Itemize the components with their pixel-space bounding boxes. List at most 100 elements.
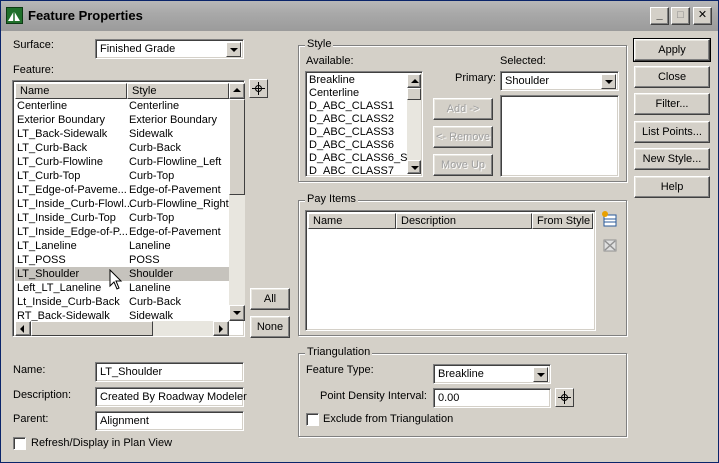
- scroll-up-button[interactable]: [229, 83, 245, 99]
- available-vscrollbar[interactable]: [407, 74, 421, 174]
- table-row[interactable]: LT_Inside_Curb-Top Curb-Top: [15, 211, 229, 225]
- density-value: 0.00: [438, 392, 460, 404]
- refresh-checkbox[interactable]: [13, 437, 26, 450]
- table-row[interactable]: LT_Laneline Laneline: [15, 239, 229, 253]
- minimize-button[interactable]: _: [650, 7, 669, 25]
- feature-style-cell: Curb-Back: [129, 142, 181, 154]
- feature-hscrollbar[interactable]: [15, 321, 229, 336]
- scroll-thumb[interactable]: [229, 99, 245, 195]
- list-item[interactable]: D_ABC_CLASS3: [309, 126, 394, 139]
- feature-style-cell: Centerline: [129, 100, 180, 112]
- name-field[interactable]: LT_Shoulder: [95, 362, 244, 382]
- chevron-down-icon[interactable]: [533, 367, 548, 382]
- feature-vscrollbar[interactable]: [229, 83, 245, 321]
- list-item[interactable]: D_ABC_CLASS6: [309, 139, 394, 152]
- density-pick-button[interactable]: [555, 388, 574, 407]
- feature-style-cell: Curb-Flowline_Left: [129, 156, 222, 168]
- scroll-left-button[interactable]: [15, 321, 31, 336]
- table-row[interactable]: Exterior Boundary Exterior Boundary: [15, 113, 229, 127]
- available-scroll-down[interactable]: [407, 160, 421, 174]
- table-row[interactable]: Centerline Centerline: [15, 99, 229, 113]
- remove-style-button[interactable]: <- Remove: [433, 126, 493, 148]
- list-item[interactable]: Breakline: [309, 74, 355, 87]
- maximize-button[interactable]: □: [671, 7, 690, 25]
- feature-type-combo[interactable]: Breakline: [433, 364, 551, 384]
- feature-col-name[interactable]: Name: [15, 83, 127, 99]
- description-label: Description:: [13, 389, 72, 401]
- feature-col-style[interactable]: Style: [127, 83, 229, 99]
- style-group-title: Style: [305, 38, 334, 50]
- table-row[interactable]: LT_Inside_Curb-Flowl... Curb-Flowline_Rig…: [15, 197, 229, 211]
- pay-col-name[interactable]: Name: [308, 213, 396, 229]
- add-pay-item-icon[interactable]: [601, 210, 619, 228]
- parent-field[interactable]: Alignment: [95, 411, 244, 431]
- refresh-label[interactable]: Refresh/Display in Plan View: [31, 437, 172, 449]
- delete-pay-item-icon[interactable]: [601, 236, 619, 254]
- exclude-label[interactable]: Exclude from Triangulation: [323, 413, 453, 425]
- primary-value: Shoulder: [505, 75, 550, 87]
- scroll-down-button[interactable]: [229, 305, 245, 321]
- close-button[interactable]: Close: [634, 66, 710, 88]
- table-row[interactable]: LT_Back-Sidewalk Sidewalk: [15, 127, 229, 141]
- feature-style-cell: Laneline: [129, 282, 171, 294]
- available-scroll-up[interactable]: [407, 74, 421, 88]
- name-value: LT_Shoulder: [100, 366, 163, 378]
- mouse-cursor-icon: [109, 268, 123, 291]
- table-row[interactable]: RT_Back-Sidewalk Sidewalk: [15, 309, 229, 321]
- table-row[interactable]: LT_Edge-of-Paveme... Edge-of-Pavement: [15, 183, 229, 197]
- table-row[interactable]: Lt_Inside_Curb-Back Curb-Back: [15, 295, 229, 309]
- title-bar[interactable]: Feature Properties _ □ ✕: [1, 1, 718, 31]
- apply-button[interactable]: Apply: [633, 38, 711, 62]
- select-none-button[interactable]: None: [250, 316, 290, 338]
- triangulation-title: Triangulation: [305, 346, 373, 358]
- close-window-button[interactable]: ✕: [693, 7, 712, 25]
- list-item[interactable]: D_ABC_CLASS6_S: [309, 152, 407, 165]
- list-points-button[interactable]: List Points...: [634, 121, 710, 143]
- table-row[interactable]: LT_Curb-Top Curb-Top: [15, 169, 229, 183]
- feature-style-cell: Curb-Flowline_Right: [129, 198, 229, 210]
- filter-button[interactable]: Filter...: [634, 93, 710, 115]
- app-icon: [6, 7, 23, 24]
- pick-feature-button[interactable]: [249, 79, 268, 98]
- list-item[interactable]: Centerline: [309, 87, 359, 100]
- feature-style-cell: Curb-Top: [129, 212, 175, 224]
- chevron-down-icon[interactable]: [226, 42, 241, 57]
- crosshair-icon: [252, 82, 265, 95]
- move-up-button[interactable]: Move Up: [433, 154, 493, 176]
- help-button[interactable]: Help: [634, 176, 710, 198]
- table-row[interactable]: LT_POSS POSS: [15, 253, 229, 267]
- scroll-right-button[interactable]: [213, 321, 229, 336]
- list-item[interactable]: D_ABC_CLASS1: [309, 100, 394, 113]
- feature-label: Feature:: [13, 64, 54, 76]
- pay-col-description[interactable]: Description: [396, 213, 532, 229]
- density-field[interactable]: 0.00: [433, 388, 551, 408]
- primary-combo[interactable]: Shoulder: [500, 71, 619, 91]
- surface-label: Surface:: [13, 39, 54, 51]
- selected-styles-list[interactable]: [500, 95, 619, 177]
- chevron-down-icon[interactable]: [601, 74, 616, 89]
- description-field[interactable]: Created By Roadway Modeler: [95, 387, 247, 407]
- list-item[interactable]: D_ABC_CLASS2: [309, 113, 394, 126]
- surface-combo[interactable]: Finished Grade: [95, 39, 244, 59]
- feature-properties-dialog: Feature Properties _ □ ✕ Surface: Finish…: [0, 0, 719, 463]
- table-row[interactable]: LT_Inside_Edge-of-P... Edge-of-Pavement: [15, 225, 229, 239]
- pay-col-from-style[interactable]: From Style: [532, 213, 593, 229]
- available-list[interactable]: Breakline Centerline D_ABC_CLASS1 D_ABC_CLA…: [305, 71, 423, 177]
- new-style-button[interactable]: New Style...: [634, 148, 710, 170]
- feature-name-cell: LT_Back-Sidewalk: [17, 128, 108, 140]
- select-all-button[interactable]: All: [250, 288, 290, 310]
- add-style-button[interactable]: Add ->: [433, 98, 493, 120]
- crosshair-icon: [558, 391, 571, 404]
- available-scroll-thumb[interactable]: [407, 88, 421, 100]
- table-row[interactable]: LT_Curb-Flowline Curb-Flowline_Left: [15, 155, 229, 169]
- hscroll-thumb[interactable]: [31, 321, 153, 336]
- feature-type-label: Feature Type:: [306, 364, 374, 376]
- table-row[interactable]: LT_Curb-Back Curb-Back: [15, 141, 229, 155]
- feature-style-cell: Edge-of-Pavement: [129, 184, 221, 196]
- pay-items-list[interactable]: Name Description From Style: [305, 210, 596, 331]
- list-item[interactable]: D_ABC_CLASS7: [309, 165, 394, 174]
- feature-name-cell: LT_Curb-Flowline: [17, 156, 103, 168]
- name-label: Name:: [13, 364, 46, 376]
- exclude-checkbox[interactable]: [306, 413, 319, 426]
- feature-list[interactable]: Name Style Centerline Centerline Exterior …: [12, 80, 245, 337]
